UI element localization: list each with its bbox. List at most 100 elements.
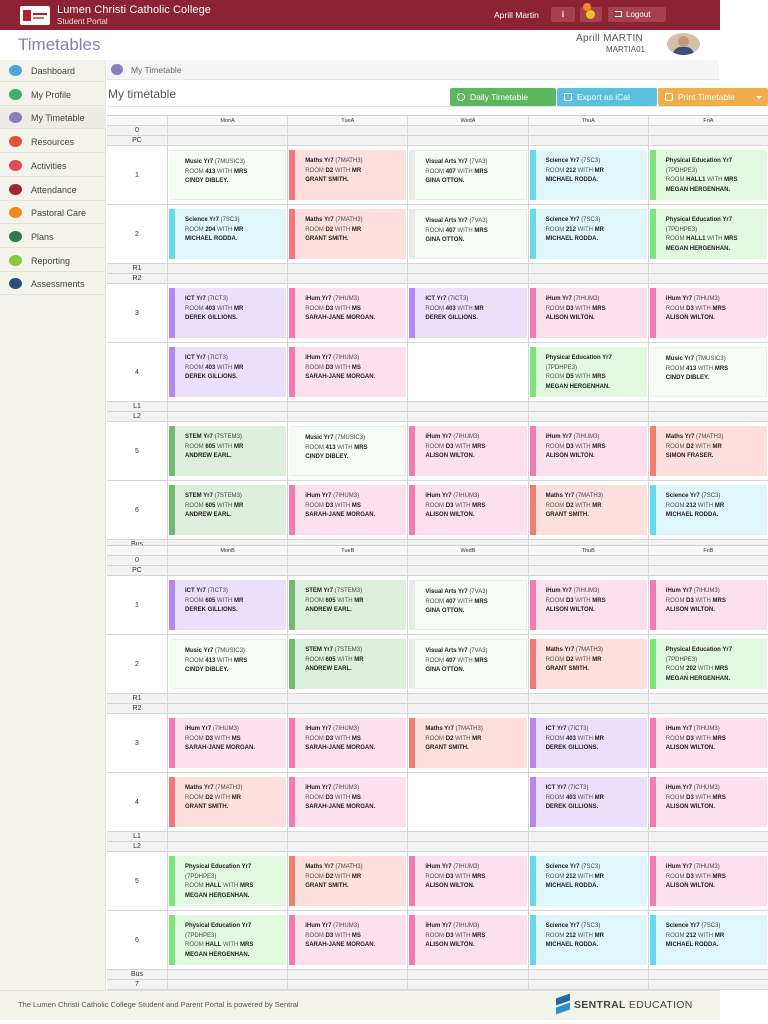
- lesson-card[interactable]: iHum Yr7 (7IHUM3) ROOM D3 WITH MS SARAH-JA…: [289, 347, 407, 397]
- lesson-card[interactable]: Maths Yr7 (7MATH3) ROOM D2 WITH MR GRANT S…: [289, 856, 407, 906]
- lesson-card[interactable]: STEM Yr7 (7STEM3) ROOM 605 WITH MR ANDREW …: [289, 639, 407, 689]
- timetable-cell: iHum Yr7 (7IHUM3) ROOM D3 WITH MS SARAH-JA…: [287, 773, 407, 831]
- lesson-card[interactable]: Science Yr7 (7SC3) ROOM 204 WITH MR MICHAE…: [169, 209, 287, 259]
- lesson-card[interactable]: Visual Arts Yr7 (7VA3) ROOM 407 WITH MRS G…: [409, 209, 527, 259]
- lesson-card[interactable]: Physical Education Yr7 (7PDHPE3) ROOM HAL…: [649, 150, 767, 200]
- lesson-room: ROOM D3 WITH MS: [185, 735, 241, 742]
- lesson-card[interactable]: Maths Yr7 (7MATH3) ROOM D2 WITH MR GRANT S…: [409, 718, 527, 768]
- daily-timetable-button[interactable]: Daily Timetable: [450, 88, 556, 106]
- lesson-card[interactable]: Physical Education Yr7 (7PDHPE3) ROOM HAL…: [169, 915, 287, 965]
- user-name-link[interactable]: Aprill Martin: [494, 10, 539, 20]
- lesson-card[interactable]: Maths Yr7 (7MATH3) ROOM D2 WITH MR SIMON F…: [649, 426, 767, 476]
- lesson-card[interactable]: Physical Education Yr7 (7PDHPE3) ROOM HAL…: [649, 209, 767, 259]
- sidebar-item-plans[interactable]: Plans: [0, 226, 106, 248]
- lesson-card[interactable]: Music Yr7 (7MUSIC3) ROOM 413 WITH MRS CIND…: [649, 347, 767, 397]
- lesson-card[interactable]: Visual Arts Yr7 (7VA3) ROOM 407 WITH MRS G…: [409, 639, 527, 689]
- lesson-card[interactable]: Music Yr7 (7MUSIC3) ROOM 413 WITH MRS CIND…: [169, 639, 287, 689]
- lesson-card[interactable]: iHum Yr7 (7IHUM3) ROOM D3 WITH MRS ALISON …: [649, 718, 767, 768]
- lesson-card[interactable]: Music Yr7 (7MUSIC3) ROOM 413 WITH MRS CIND…: [169, 150, 287, 200]
- lesson-card[interactable]: iHum Yr7 (7IHUM3) ROOM D3 WITH MRS ALISON …: [529, 288, 647, 338]
- lesson-card[interactable]: iHum Yr7 (7IHUM3) ROOM D3 WITH MS SARAH-JA…: [289, 288, 407, 338]
- lesson-room: ROOM 605 WITH MR: [185, 597, 244, 604]
- lesson-card[interactable]: iHum Yr7 (7IHUM3) ROOM D3 WITH MRS ALISON …: [409, 485, 527, 535]
- lesson-card[interactable]: iHum Yr7 (7IHUM3) ROOM D3 WITH MRS ALISON …: [409, 426, 527, 476]
- lesson-card[interactable]: Physical Education Yr7 (7PDHPE3) ROOM HAL…: [169, 856, 287, 906]
- lesson-card[interactable]: ICT Yr7 (7ICT3) ROOM 605 WITH MR DEREK GIL…: [169, 580, 287, 630]
- lesson-card[interactable]: Science Yr7 (7SC3) ROOM 212 WITH MR MICHAE…: [529, 209, 647, 259]
- sidebar-item-pastoral-care[interactable]: Pastoral Care: [0, 202, 106, 225]
- lesson-card[interactable]: Maths Yr7 (7MATH3) ROOM D2 WITH MR GRANT S…: [289, 150, 407, 200]
- lesson-subject: ICT Yr7: [545, 785, 569, 791]
- timetable-cell: [167, 274, 287, 283]
- lesson-teacher: SARAH-JANE MORGAN.: [185, 745, 256, 751]
- lesson-card[interactable]: STEM Yr7 (7STEM3) ROOM 605 WITH MR ANDREW …: [169, 485, 287, 535]
- lesson-card[interactable]: Physical Education Yr7 (7PDHPE3) ROOM D5 …: [529, 347, 647, 397]
- lesson-card[interactable]: iHum Yr7 (7IHUM3) ROOM D3 WITH MS SARAH-JA…: [169, 718, 287, 768]
- lesson-card[interactable]: Maths Yr7 (7MATH3) ROOM D2 WITH MR GRANT S…: [529, 485, 647, 535]
- lesson-card[interactable]: Science Yr7 (7SC3) ROOM 212 WITH MR MICHAE…: [529, 915, 647, 965]
- lesson-card[interactable]: iHum Yr7 (7IHUM3) ROOM D3 WITH MS SARAH-JA…: [289, 485, 407, 535]
- timetable-cell: [527, 274, 648, 283]
- sidebar-item-dashboard[interactable]: Dashboard: [0, 60, 106, 82]
- lesson-card[interactable]: Maths Yr7 (7MATH3) ROOM D2 WITH MR GRANT S…: [169, 777, 287, 827]
- lesson-room: ROOM D3 WITH MS: [305, 735, 361, 742]
- lesson-teacher: ALISON WILTON.: [545, 607, 595, 613]
- export-ical-button[interactable]: Export as iCal: [557, 88, 657, 106]
- lesson-room: ROOM D3 WITH MRS: [665, 305, 726, 312]
- timetable-cell: [287, 274, 407, 283]
- lesson-card[interactable]: Physical Education Yr7 (7PDHPE3) ROOM 202…: [649, 639, 767, 689]
- lesson-room: ROOM D3 WITH MS: [305, 305, 361, 312]
- lesson-card[interactable]: iHum Yr7 (7IHUM3) ROOM D3 WITH MS SARAH-JA…: [289, 718, 407, 768]
- lesson-card[interactable]: iHum Yr7 (7IHUM3) ROOM D3 WITH MS SARAH-JA…: [289, 915, 407, 965]
- lesson-card[interactable]: ICT Yr7 (7ICT3) ROOM 403 WITH MR DEREK GIL…: [409, 288, 527, 338]
- lesson-card[interactable]: Science Yr7 (7SC3) ROOM 212 WITH MR MICHAE…: [649, 915, 767, 965]
- timetable-cell: [407, 264, 527, 273]
- lesson-card[interactable]: ICT Yr7 (7ICT3) ROOM 403 WITH MR DEREK GIL…: [529, 718, 647, 768]
- lesson-card[interactable]: ICT Yr7 (7ICT3) ROOM 403 WITH MR DEREK GIL…: [529, 777, 647, 827]
- lesson-card[interactable]: Maths Yr7 (7MATH3) ROOM D2 WITH MR GRANT S…: [529, 639, 647, 689]
- lesson-card[interactable]: iHum Yr7 (7IHUM3) ROOM D3 WITH MRS ALISON …: [529, 426, 647, 476]
- day-header-row: MonA TueA WedA ThuA FriA: [107, 116, 768, 126]
- lesson-card[interactable]: Music Yr7 (7MUSIC3) ROOM 413 WITH MRS CIND…: [289, 426, 407, 476]
- sidebar-item-attendance[interactable]: Attendance: [0, 179, 106, 201]
- lesson-card[interactable]: Maths Yr7 (7MATH3) ROOM D2 WITH MR GRANT S…: [289, 209, 407, 259]
- lesson-card[interactable]: Visual Arts Yr7 (7VA3) ROOM 407 WITH MRS G…: [409, 580, 527, 630]
- sidebar-item-my-profile[interactable]: My Profile: [0, 84, 106, 106]
- logout-button[interactable]: Logout: [608, 7, 666, 22]
- timetable-cell: ICT Yr7 (7ICT3) ROOM 605 WITH MR DEREK GIL…: [167, 576, 287, 634]
- lesson-card[interactable]: iHum Yr7 (7IHUM3) ROOM D3 WITH MRS ALISON …: [649, 580, 767, 630]
- lesson-card[interactable]: iHum Yr7 (7IHUM3) ROOM D3 WITH MRS ALISON …: [649, 777, 767, 827]
- sidebar-item-my-timetable[interactable]: My Timetable: [0, 107, 106, 130]
- info-button[interactable]: i: [551, 7, 575, 22]
- avatar[interactable]: [667, 33, 700, 55]
- sidebar-item-assessments[interactable]: Assessments: [0, 273, 106, 296]
- timetable-cell: [167, 694, 287, 703]
- lesson-card[interactable]: ICT Yr7 (7ICT3) ROOM 403 WITH MR DEREK GIL…: [169, 347, 287, 397]
- sidebar-item-activities[interactable]: Activities: [0, 155, 106, 177]
- lesson-card[interactable]: STEM Yr7 (7STEM3) ROOM 605 WITH MR ANDREW …: [289, 580, 407, 630]
- lesson-teacher: CINDY DIBLEY.: [185, 667, 229, 673]
- print-timetable-button[interactable]: Print Timetable: [658, 88, 768, 106]
- lesson-code: (7VA3): [469, 648, 488, 654]
- sentral-brand[interactable]: SENTRAL EDUCATION: [574, 999, 693, 1011]
- sidebar-item-resources[interactable]: Resources: [0, 131, 106, 154]
- sidebar-item-reporting[interactable]: Reporting: [0, 250, 106, 272]
- lesson-card[interactable]: Science Yr7 (7SC3) ROOM 212 WITH MR MICHAE…: [529, 856, 647, 906]
- school-logo[interactable]: [20, 6, 50, 25]
- timetable-cell: iHum Yr7 (7IHUM3) ROOM D3 WITH MS SARAH-JA…: [287, 714, 407, 772]
- lesson-card[interactable]: iHum Yr7 (7IHUM3) ROOM D3 WITH MRS ALISON …: [529, 580, 647, 630]
- lesson-card[interactable]: iHum Yr7 (7IHUM3) ROOM D3 WITH MRS ALISON …: [409, 915, 527, 965]
- lesson-card[interactable]: Science Yr7 (7SC3) ROOM 212 WITH MR MICHAE…: [649, 485, 767, 535]
- breadcrumb-current[interactable]: My Timetable: [131, 65, 182, 75]
- lesson-card[interactable]: iHum Yr7 (7IHUM3) ROOM D3 WITH MS SARAH-JA…: [289, 777, 407, 827]
- lesson-card[interactable]: STEM Yr7 (7STEM3) ROOM 605 WITH MR ANDREW …: [169, 426, 287, 476]
- lesson-card[interactable]: iHum Yr7 (7IHUM3) ROOM D3 WITH MRS ALISON …: [649, 288, 767, 338]
- lesson-card[interactable]: Science Yr7 (7SC3) ROOM 212 WITH MR MICHAE…: [529, 150, 647, 200]
- lesson-code: (7IHUM3): [453, 923, 480, 929]
- timetable-cell: Maths Yr7 (7MATH3) ROOM D2 WITH MR GRANT S…: [527, 635, 648, 693]
- lesson-card[interactable]: iHum Yr7 (7IHUM3) ROOM D3 WITH MRS ALISON …: [649, 856, 767, 906]
- lesson-card[interactable]: ICT Yr7 (7ICT3) ROOM 403 WITH MR DEREK GIL…: [169, 288, 287, 338]
- lesson-card[interactable]: Visual Arts Yr7 (7VA3) ROOM 407 WITH MRS G…: [409, 150, 527, 200]
- lesson-card[interactable]: iHum Yr7 (7IHUM3) ROOM D3 WITH MRS ALISON …: [409, 856, 527, 906]
- lesson-teacher: GRANT SMITH.: [305, 236, 349, 242]
